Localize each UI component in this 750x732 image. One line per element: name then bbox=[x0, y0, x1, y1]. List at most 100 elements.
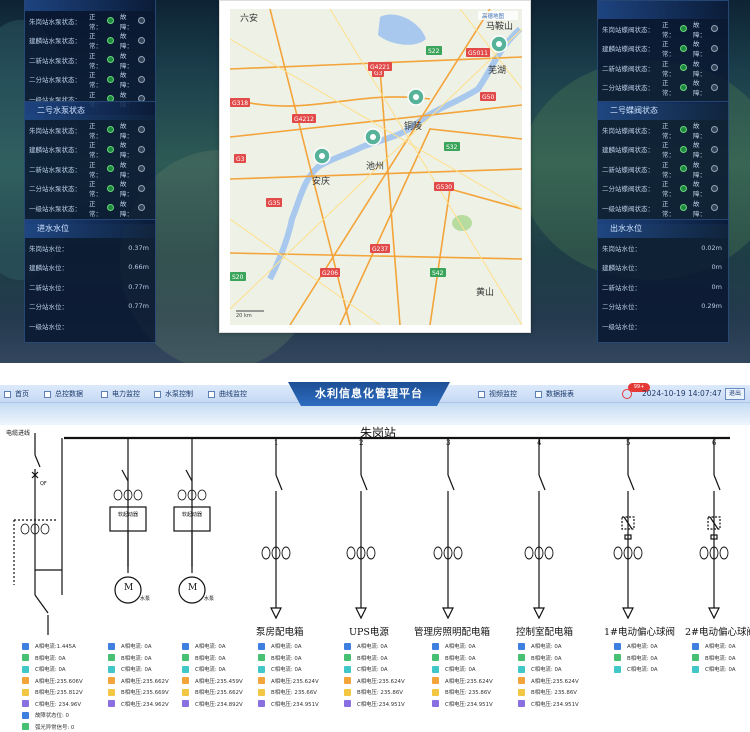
status-row: 二新站蝶阀状态： 正常： 故障： bbox=[598, 159, 728, 179]
status-name: 二分站蝶阀状态： bbox=[602, 84, 654, 93]
fault-indicator-icon bbox=[138, 126, 145, 134]
header-banner bbox=[0, 403, 750, 425]
nav-report[interactable]: 数据报表 bbox=[535, 388, 574, 400]
status-row: 朱岗站水泵状态： 正常： 故障： bbox=[25, 11, 155, 31]
exit-button[interactable]: 退出 bbox=[725, 388, 745, 400]
reading-icon bbox=[344, 642, 351, 650]
reading-icon bbox=[182, 654, 189, 661]
fault-indicator-icon bbox=[138, 165, 145, 173]
normal-indicator-icon bbox=[680, 64, 687, 72]
reading-item: C相电压:234.892V bbox=[182, 699, 243, 709]
status-row: 二分站蝶阀状态： 正常： 故障： bbox=[598, 78, 728, 97]
panel-title bbox=[25, 0, 155, 11]
reading-icon bbox=[22, 642, 29, 650]
map-marker[interactable] bbox=[490, 35, 508, 53]
normal-indicator-icon bbox=[107, 126, 114, 134]
map-marker[interactable] bbox=[407, 88, 425, 106]
nav-home[interactable]: 首页 bbox=[4, 388, 29, 400]
left_panels-panel-1: 二号水泵状态 朱岗站水泵状态： 正常： 故障： 建麟站水泵状态： 正常： 故障： 二新站水泵状… bbox=[24, 101, 156, 225]
map-marker[interactable] bbox=[313, 147, 331, 165]
fault-label: 故障： bbox=[120, 180, 133, 199]
motor-label-1: M bbox=[124, 583, 134, 593]
park-area bbox=[452, 215, 472, 231]
panel-footer-deco bbox=[25, 336, 155, 342]
reading-icon bbox=[518, 700, 525, 707]
pump-label-1: 水泵 bbox=[140, 596, 151, 602]
fault-indicator-icon bbox=[711, 165, 718, 173]
road-number: G4212 bbox=[294, 116, 314, 123]
status-name: 建麟站水泵状态： bbox=[29, 146, 81, 155]
reading-item: A相电流:1.445A bbox=[22, 641, 76, 651]
level-value: 0.66m bbox=[128, 263, 149, 272]
normal-label: 正常： bbox=[89, 71, 102, 90]
power-icon bbox=[101, 390, 108, 398]
normal-label: 正常： bbox=[662, 20, 675, 39]
reading-icon bbox=[108, 688, 115, 696]
reading-item: C相电流: 0A bbox=[344, 664, 388, 674]
map-dialog[interactable]: G3 S22 G5011 G4221 G50 G4212 G318 S32 G35 S20 G3 G5… bbox=[219, 0, 531, 333]
normal-indicator-icon bbox=[107, 204, 114, 212]
reading-item: A相电压:235.624V bbox=[518, 676, 579, 686]
road-number: G237 bbox=[372, 246, 388, 253]
fault-label: 故障： bbox=[693, 160, 706, 179]
nav-curve[interactable]: 曲线监控 bbox=[208, 388, 247, 400]
right_panels-panel-0: 朱岗站蝶阀状态： 正常： 故障： 建麟站蝶阀状态： 正常： 故障： 二新站蝶阀状态： 正常： 故… bbox=[597, 0, 729, 104]
reading-item: C相电压:234.962V bbox=[108, 699, 169, 709]
single-line-diagram: 朱岗站 电缆进线 QF 软起动器 软起动器 M M 水泵 水泵 1 2 3 4 5 6 泵… bbox=[0, 425, 750, 731]
road-number: G318 bbox=[232, 100, 248, 107]
road-number: G4221 bbox=[370, 64, 390, 71]
reading-item: C相电压:234.951V bbox=[432, 699, 493, 709]
feeder-name: 控制室配电箱 bbox=[516, 627, 574, 638]
reading-item: A相电压:235.606V bbox=[22, 676, 83, 686]
reading-icon bbox=[182, 642, 189, 650]
reading-item: A相电压:235.624V bbox=[432, 676, 493, 686]
status-name: 朱岗站水泵状态： bbox=[29, 17, 81, 26]
reading-icon bbox=[22, 723, 29, 730]
status-row: 朱岗站水位： 0.02m bbox=[598, 238, 728, 258]
fault-label: 故障： bbox=[120, 141, 133, 160]
reading-icon bbox=[108, 665, 115, 673]
map-view[interactable]: G3 S22 G5011 G4221 G50 G4212 G318 S32 G35 S20 G3 G5… bbox=[230, 9, 522, 325]
reading-item: C相电压:234.951V bbox=[258, 699, 319, 709]
status-name: 二新站蝶阀状态： bbox=[602, 165, 654, 174]
status-name: 一级站水位： bbox=[602, 322, 641, 331]
bus-number: 5 bbox=[626, 439, 631, 447]
level-value: 0m bbox=[711, 263, 722, 272]
status-row: 二新站水位： 0.77m bbox=[25, 277, 155, 297]
status-name: 建麟站水位： bbox=[602, 264, 641, 273]
map-marker[interactable] bbox=[364, 128, 382, 146]
map-canvas[interactable]: G3 S22 G5011 G4221 G50 G4212 G318 S32 G35 S20 G3 G5… bbox=[230, 9, 522, 325]
video-icon bbox=[478, 390, 485, 398]
road-number: S42 bbox=[432, 270, 444, 277]
report-icon bbox=[535, 390, 542, 398]
fault-indicator-icon bbox=[138, 184, 145, 192]
fault-label: 故障： bbox=[693, 180, 706, 199]
reading-item: A相电压:235.459V bbox=[182, 676, 243, 686]
feeder-name: 2#电动偏心球阀 bbox=[685, 627, 750, 638]
reading-icon bbox=[182, 665, 189, 673]
fault-indicator-icon bbox=[711, 25, 718, 33]
right_panels-panel-1: 二号蝶阀状态 朱岗站蝶阀状态： 正常： 故障： 建麟站蝶阀状态： 正常： 故障： 二新站蝶阀状… bbox=[597, 101, 729, 225]
reading-icon bbox=[614, 642, 621, 650]
reading-item: C相电流: 0A bbox=[518, 664, 562, 674]
dashboard-screen: 朱岗站水泵状态： 正常： 故障： 建麟站水泵状态： 正常： 故障： 二新站水泵状态： 正常： 故… bbox=[0, 0, 750, 363]
nav-power[interactable]: 电力监控 bbox=[101, 388, 140, 400]
platform-title: 水利信息化管理平台 bbox=[288, 382, 450, 406]
normal-label: 正常： bbox=[89, 12, 102, 31]
reading-icon bbox=[108, 677, 115, 684]
reading-icon bbox=[182, 688, 189, 696]
nav-pump[interactable]: 水泵控制 bbox=[154, 388, 193, 400]
status-row: 二新站水泵状态： 正常： 故障： bbox=[25, 50, 155, 70]
left_panels-panel-0: 朱岗站水泵状态： 正常： 故障： 建麟站水泵状态： 正常： 故障： 二新站水泵状态： 正常： 故… bbox=[24, 0, 156, 116]
nav-overview[interactable]: 总控数据 bbox=[44, 388, 83, 400]
reading-icon bbox=[518, 688, 525, 696]
panel-title: 进水水位 bbox=[25, 220, 155, 238]
reading-item: B相电压:235.669V bbox=[108, 687, 169, 697]
feeder-4 bbox=[533, 438, 546, 620]
status-name: 朱岗站水位： bbox=[602, 244, 641, 253]
road-number: G3 bbox=[236, 156, 245, 163]
status-row: 建麟站水泵状态： 正常： 故障： bbox=[25, 31, 155, 50]
reading-item: C相电流: 0A bbox=[182, 664, 226, 674]
fault-label: 故障： bbox=[120, 71, 133, 90]
nav-video[interactable]: 视频监控 bbox=[478, 388, 517, 400]
